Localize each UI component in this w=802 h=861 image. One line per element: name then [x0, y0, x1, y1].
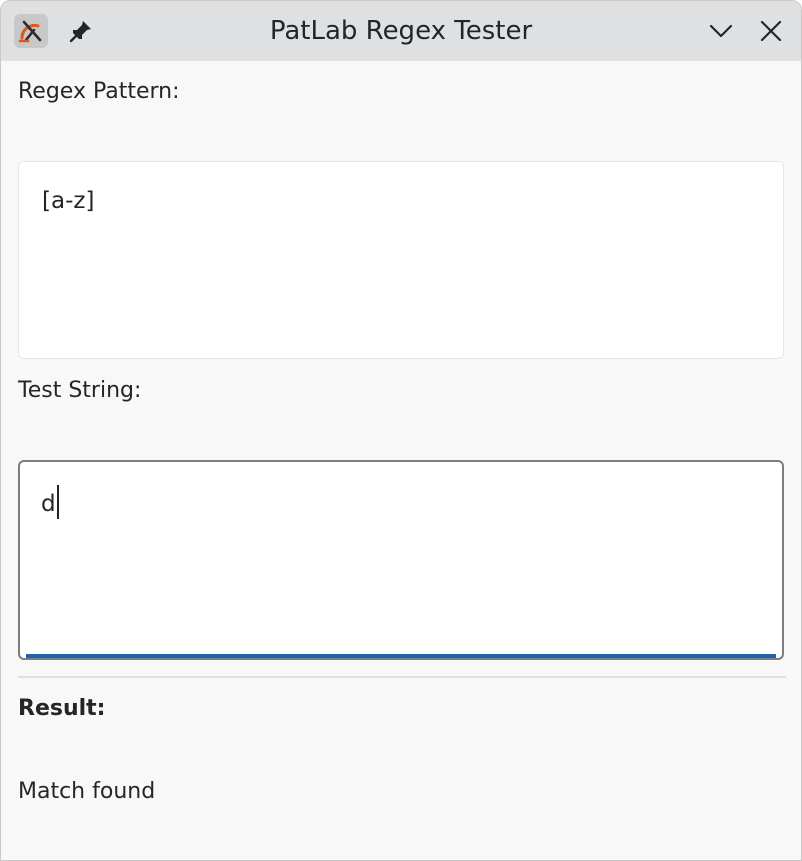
- regex-pattern-input[interactable]: [a-z]: [18, 161, 784, 359]
- focus-indicator: [26, 654, 776, 658]
- test-string-label: Test String:: [18, 378, 142, 403]
- text-caret: [56, 485, 59, 519]
- title-bar: PatLab Regex Tester: [1, 1, 801, 61]
- test-string-value: d: [41, 491, 56, 517]
- close-icon[interactable]: [755, 15, 787, 47]
- regex-app-icon[interactable]: [14, 14, 48, 48]
- pattern-value: [a-z]: [42, 188, 95, 214]
- result-status: Match found: [18, 779, 156, 804]
- separator: [18, 676, 786, 678]
- test-string-input[interactable]: d: [18, 460, 784, 660]
- pattern-label: Regex Pattern:: [18, 79, 180, 104]
- pin-icon[interactable]: [65, 15, 97, 47]
- result-label: Result:: [18, 696, 106, 721]
- chevron-down-icon[interactable]: [705, 15, 737, 47]
- app-window: PatLab Regex Tester Regex Pattern: [a-z]…: [0, 0, 802, 861]
- window-title: PatLab Regex Tester: [269, 16, 533, 46]
